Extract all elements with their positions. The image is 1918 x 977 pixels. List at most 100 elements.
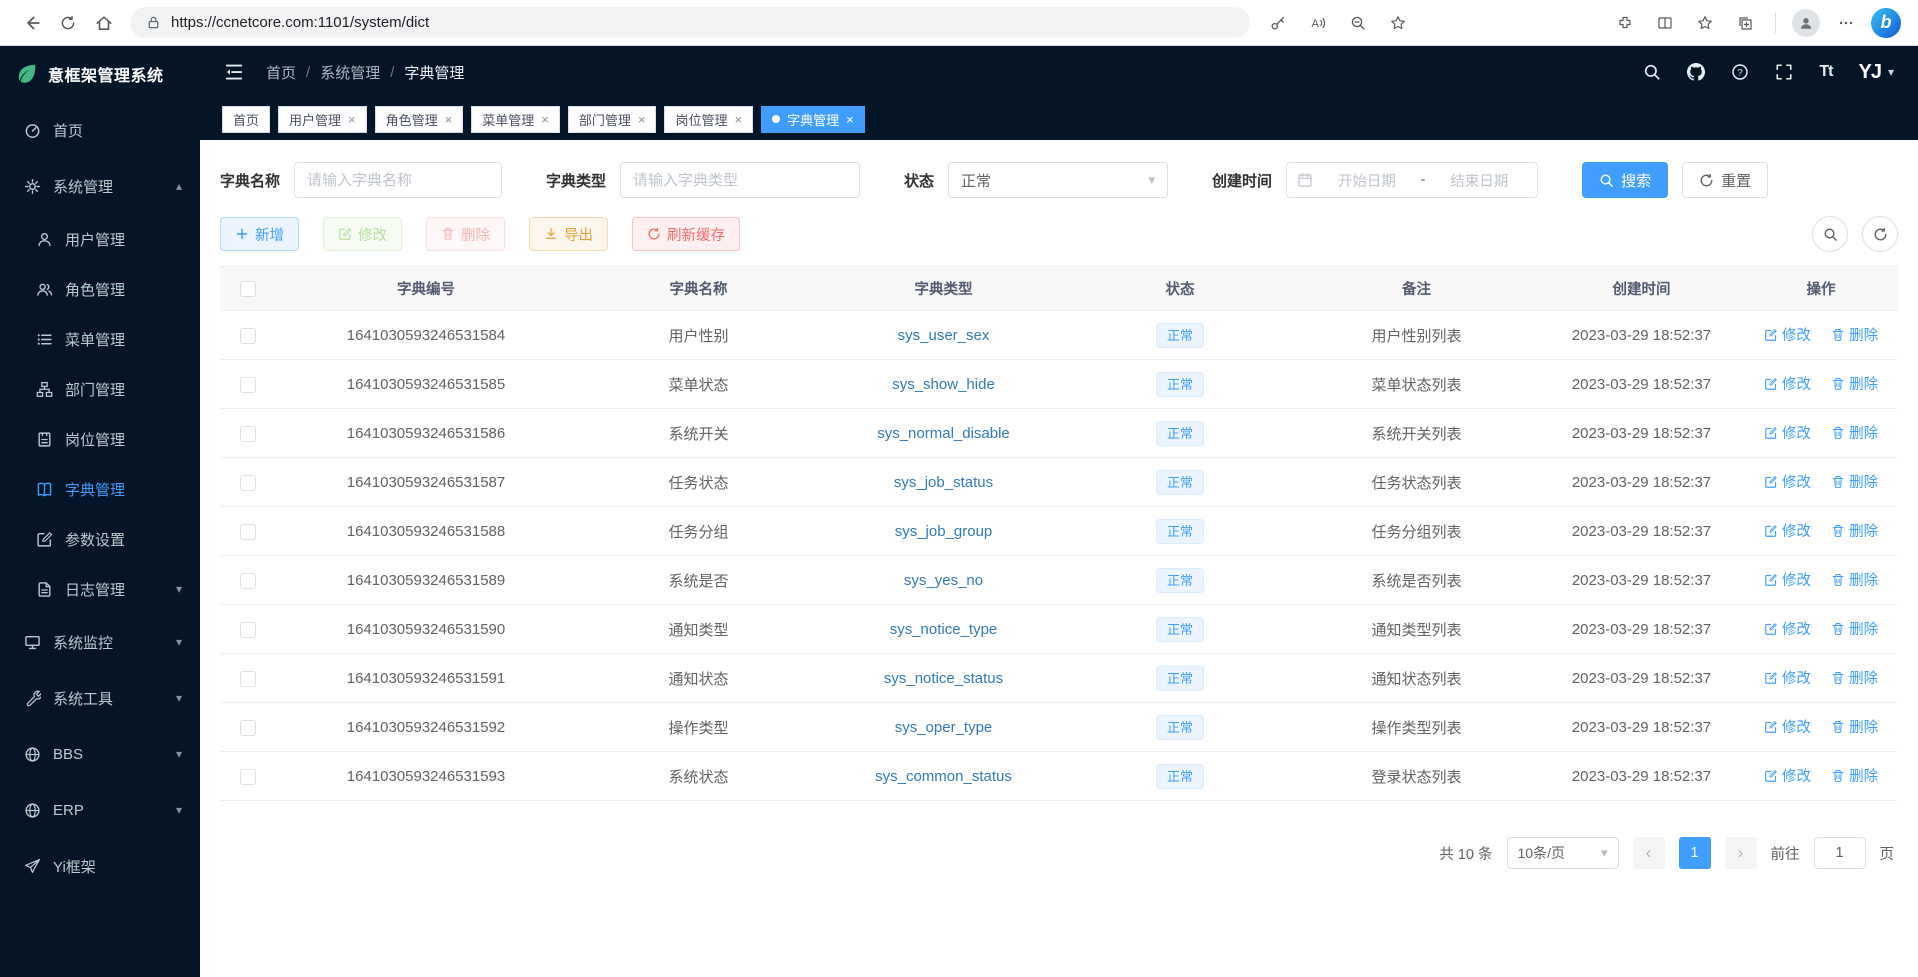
sidebar-item-yi[interactable]: Yi框架 [0, 838, 200, 894]
delete-link[interactable]: 删除 [1831, 373, 1878, 394]
collapse-sidebar-icon[interactable] [224, 62, 244, 82]
row-checkbox[interactable] [240, 769, 256, 785]
delete-link[interactable]: 删除 [1831, 569, 1878, 590]
goto-page-input[interactable] [1814, 837, 1866, 869]
sidebar-item-log[interactable]: 日志管理 ▾ [0, 564, 200, 614]
header-search-icon[interactable] [1643, 63, 1661, 81]
page-size-select[interactable]: 10条/页 ▾ [1507, 837, 1619, 869]
breadcrumb-item[interactable]: 首页 [266, 62, 296, 83]
row-checkbox[interactable] [240, 328, 256, 344]
delete-link[interactable]: 删除 [1831, 520, 1878, 541]
row-checkbox[interactable] [240, 573, 256, 589]
tab-dept[interactable]: 部门管理 × [568, 106, 657, 133]
dict-type-link[interactable]: sys_show_hide [892, 376, 995, 393]
sidebar-item-user[interactable]: 用户管理 [0, 214, 200, 264]
profile-button[interactable] [1788, 5, 1824, 41]
close-icon[interactable]: × [541, 113, 549, 126]
github-icon[interactable] [1687, 63, 1705, 81]
edit-link[interactable]: 修改 [1764, 618, 1811, 639]
dict-type-link[interactable]: sys_job_group [895, 523, 993, 540]
export-button[interactable]: 导出 [529, 217, 608, 251]
toggle-search-button[interactable] [1812, 216, 1848, 252]
dict-type-link[interactable]: sys_user_sex [898, 327, 990, 344]
fullscreen-icon[interactable] [1775, 63, 1793, 81]
tab-home[interactable]: 首页 [222, 106, 270, 133]
row-checkbox[interactable] [240, 377, 256, 393]
row-checkbox[interactable] [240, 720, 256, 736]
status-select[interactable]: 正常 ▾ [948, 162, 1168, 198]
password-manager-button[interactable] [1260, 5, 1296, 41]
row-checkbox[interactable] [240, 622, 256, 638]
current-page-button[interactable]: 1 [1679, 837, 1711, 869]
close-icon[interactable]: × [734, 113, 742, 126]
refresh-cache-button[interactable]: 刷新缓存 [632, 217, 740, 251]
delete-link[interactable]: 删除 [1831, 765, 1878, 786]
dict-type-link[interactable]: sys_normal_disable [877, 425, 1010, 442]
prev-page-button[interactable]: ‹ [1633, 837, 1665, 869]
edit-link[interactable]: 修改 [1764, 324, 1811, 345]
reset-button[interactable]: 重置 [1682, 162, 1768, 198]
bing-button[interactable]: b [1868, 5, 1904, 41]
dict-type-link[interactable]: sys_job_status [894, 474, 993, 491]
breadcrumb-item[interactable]: 系统管理 [320, 62, 380, 83]
help-icon[interactable] [1731, 63, 1749, 81]
search-button[interactable]: 搜索 [1582, 162, 1668, 198]
edit-link[interactable]: 修改 [1764, 569, 1811, 590]
add-button[interactable]: 新增 [220, 217, 299, 251]
select-all-checkbox[interactable] [240, 281, 256, 297]
edit-link[interactable]: 修改 [1764, 373, 1811, 394]
edit-link[interactable]: 修改 [1764, 422, 1811, 443]
row-checkbox[interactable] [240, 475, 256, 491]
app-logo[interactable]: 意框架管理系统 [0, 46, 200, 102]
tab-menu[interactable]: 菜单管理 × [471, 106, 560, 133]
sidebar-item-system[interactable]: 系统管理 ▴ [0, 158, 200, 214]
sidebar-item-config[interactable]: 参数设置 [0, 514, 200, 564]
tab-post[interactable]: 岗位管理 × [664, 106, 753, 133]
browser-home-button[interactable] [86, 5, 122, 41]
delete-link[interactable]: 删除 [1831, 324, 1878, 345]
edit-button[interactable]: 修改 [323, 217, 402, 251]
sidebar-item-home[interactable]: 首页 [0, 102, 200, 158]
dict-type-link[interactable]: sys_notice_status [884, 670, 1003, 687]
sidebar-item-menu[interactable]: 菜单管理 [0, 314, 200, 364]
row-checkbox[interactable] [240, 426, 256, 442]
user-menu[interactable]: YJ ▾ [1859, 61, 1895, 84]
edit-link[interactable]: 修改 [1764, 716, 1811, 737]
row-checkbox[interactable] [240, 671, 256, 687]
dict-type-link[interactable]: sys_oper_type [895, 719, 993, 736]
tab-role[interactable]: 角色管理 × [375, 106, 464, 133]
delete-link[interactable]: 删除 [1831, 471, 1878, 492]
sidebar-item-dict[interactable]: 字典管理 [0, 464, 200, 514]
close-icon[interactable]: × [348, 113, 356, 126]
address-bar[interactable]: https://ccnetcore.com:1101/system/dict [130, 7, 1250, 38]
dict-type-link[interactable]: sys_notice_type [890, 621, 998, 638]
delete-button[interactable]: 删除 [426, 217, 505, 251]
next-page-button[interactable]: › [1725, 837, 1757, 869]
edit-link[interactable]: 修改 [1764, 520, 1811, 541]
dict-type-input[interactable] [620, 162, 860, 198]
row-checkbox[interactable] [240, 524, 256, 540]
sidebar-item-bbs[interactable]: BBS ▾ [0, 726, 200, 782]
tab-dict[interactable]: 字典管理 × [761, 106, 865, 133]
delete-link[interactable]: 删除 [1831, 716, 1878, 737]
close-icon[interactable]: × [445, 113, 453, 126]
add-favorite-button[interactable] [1380, 5, 1416, 41]
collections-button[interactable] [1727, 5, 1763, 41]
delete-link[interactable]: 删除 [1831, 618, 1878, 639]
refresh-table-button[interactable] [1862, 216, 1898, 252]
edit-link[interactable]: 修改 [1764, 765, 1811, 786]
sidebar-item-tool[interactable]: 系统工具 ▾ [0, 670, 200, 726]
sidebar-item-monitor[interactable]: 系统监控 ▾ [0, 614, 200, 670]
zoom-button[interactable] [1340, 5, 1376, 41]
font-size-icon[interactable]: Tt [1819, 63, 1832, 81]
close-icon[interactable]: × [638, 113, 646, 126]
back-button[interactable] [14, 5, 50, 41]
close-icon[interactable]: × [846, 113, 854, 126]
reload-button[interactable] [50, 5, 86, 41]
extensions-button[interactable] [1607, 5, 1643, 41]
sidebar-item-role[interactable]: 角色管理 [0, 264, 200, 314]
dict-type-link[interactable]: sys_yes_no [904, 572, 983, 589]
split-screen-button[interactable] [1647, 5, 1683, 41]
tab-user[interactable]: 用户管理 × [278, 106, 367, 133]
delete-link[interactable]: 删除 [1831, 422, 1878, 443]
